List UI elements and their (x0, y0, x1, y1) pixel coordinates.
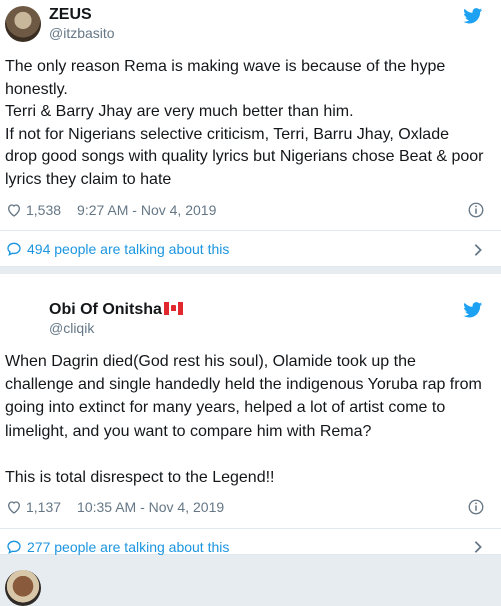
conversation-link[interactable]: 494 people are talking about this (6, 240, 229, 258)
handle[interactable]: @itzbasito (49, 24, 115, 43)
info-icon[interactable] (467, 498, 485, 516)
timestamp[interactable]: 10:35 AM - Nov 4, 2019 (77, 498, 224, 516)
tweet-meta: 1,538 9:27 AM - Nov 4, 2019 (6, 201, 216, 219)
like-count[interactable]: 1,137 (26, 498, 61, 516)
author-info[interactable]: ZEUS @itzbasito (49, 5, 115, 43)
canada-flag-icon (163, 302, 183, 315)
twitter-bird-icon[interactable] (463, 302, 483, 318)
divider (0, 230, 501, 231)
avatar[interactable] (5, 570, 41, 606)
display-name[interactable]: Obi Of Onitsha (49, 300, 183, 319)
talking-count[interactable]: 277 people are talking about this (27, 538, 229, 556)
author-info[interactable]: Obi Of Onitsha @cliqik (49, 300, 183, 338)
tweet-card: Obi Of Onitsha @cliqik When Dagrin died(… (0, 274, 501, 606)
heart-icon[interactable] (6, 499, 22, 515)
tweet-text: When Dagrin died(God rest his soul), Ola… (5, 353, 482, 487)
timestamp[interactable]: 9:27 AM - Nov 4, 2019 (77, 201, 216, 219)
tweet-text: The only reason Rema is making wave is b… (5, 58, 484, 188)
speech-bubble-icon (7, 242, 21, 256)
chevron-right-icon[interactable] (473, 243, 483, 257)
chevron-right-icon[interactable] (473, 540, 483, 554)
tweet-card: ZEUS @itzbasito The only reason Rema is … (0, 0, 501, 267)
twitter-bird-icon[interactable] (463, 8, 483, 24)
talking-count[interactable]: 494 people are talking about this (27, 240, 229, 258)
like-count[interactable]: 1,538 (26, 201, 61, 219)
heart-icon[interactable] (6, 202, 22, 218)
display-name[interactable]: ZEUS (49, 5, 115, 24)
avatar[interactable] (5, 6, 41, 42)
conversation-link[interactable]: 277 people are talking about this (6, 538, 229, 556)
speech-bubble-icon (7, 540, 21, 554)
handle[interactable]: @cliqik (49, 319, 183, 338)
info-icon[interactable] (467, 201, 485, 219)
divider (0, 528, 501, 529)
tweet-meta: 1,137 10:35 AM - Nov 4, 2019 (6, 498, 224, 516)
